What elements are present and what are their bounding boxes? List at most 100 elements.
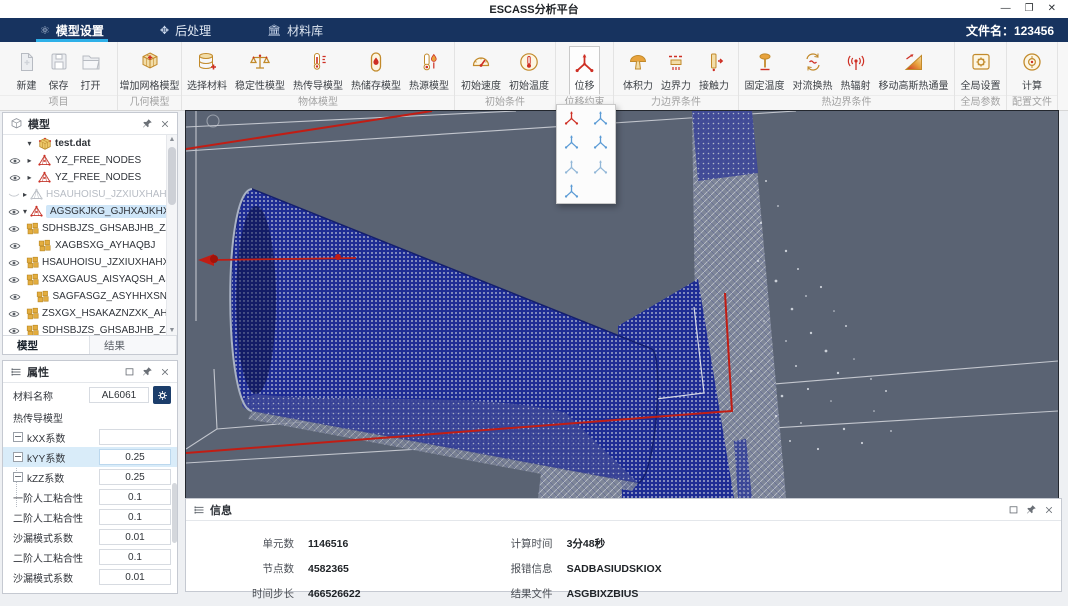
save-button[interactable]: 保存 [43,46,75,95]
heat-storage-model-button[interactable]: 热储存模型 [347,46,405,95]
visibility-eye-icon[interactable] [8,155,22,167]
expand-caret-icon[interactable]: ▸ [25,173,34,182]
pin-icon[interactable] [142,118,153,129]
heat-source-model-button[interactable]: 热源模型 [405,46,453,95]
pin-icon[interactable] [1026,504,1037,515]
second-order-viscosity-input-2[interactable] [99,549,171,565]
convection-button[interactable]: 对流换热 [789,46,837,95]
visibility-eye-icon[interactable] [8,308,20,320]
tab-model[interactable]: 模型 [3,336,90,354]
close-icon[interactable] [160,367,170,377]
visibility-eye-icon[interactable] [8,172,22,184]
tree-node-icon[interactable] [13,452,23,462]
kxx-input[interactable] [99,429,171,445]
tab-material-library[interactable]: 🏛 材料库 [251,18,339,42]
tree-item-disabled[interactable]: ▸ HSAUHOISU_JZXIUXHAHX [3,186,167,203]
constraint-option-3[interactable] [557,131,586,153]
initial-velocity-button[interactable]: 初始速度 [457,46,505,95]
boundary-force-button[interactable]: 边界力 [657,46,695,95]
property-row[interactable]: 一阶人工粘合性 [3,487,177,507]
close-button[interactable]: ✕ [1048,0,1056,18]
constraint-option-1[interactable] [557,106,586,128]
tree-item[interactable]: SAGFASGZ_ASYHHXSN [3,288,167,305]
first-order-viscosity-input[interactable] [99,489,171,505]
global-settings-button[interactable]: 全局设置 [957,46,1005,95]
visibility-eye-icon[interactable] [8,240,22,252]
fixed-temperature-button[interactable]: 固定温度 [741,46,789,95]
material-name-input[interactable] [89,387,149,403]
second-order-viscosity-input[interactable] [99,509,171,525]
initial-temperature-button[interactable]: 初始温度 [505,46,553,95]
constraint-option-4[interactable] [586,131,615,153]
tree-item[interactable]: SDHSBJZS_GHSABJHB_ZAHU [3,220,167,237]
body-force-button[interactable]: 体积力 [619,46,657,95]
new-button[interactable]: 新建 [11,46,43,95]
tree-scrollbar[interactable]: ▲ ▼ [166,135,177,335]
visibility-eye-icon[interactable] [8,274,20,286]
restore-icon[interactable] [124,366,135,377]
compute-button[interactable]: 计算 [1016,46,1048,95]
tree-item[interactable]: XAGBSXG_AYHAQBJ [3,237,167,254]
close-icon[interactable] [160,119,170,129]
stability-model-button[interactable]: 稳定性模型 [231,46,289,95]
constraint-option-2[interactable] [586,106,615,128]
tree-item-root[interactable]: ▾ test.dat [3,135,167,152]
property-row-kzz[interactable]: kZZ系数 [3,467,177,487]
property-row-kxx[interactable]: kXX系数 [3,427,177,447]
tree-item[interactable]: XSAXGAUS_AISYAQSH_ASHX [3,271,167,288]
tree-item[interactable]: SDHSBJZS_GHSABJHB_ZAHU [3,322,167,335]
open-button[interactable]: 打开 [75,46,107,95]
tab-results[interactable]: 结果 [90,336,177,354]
select-material-button[interactable]: 选择材料 [183,46,231,95]
property-row-kyy[interactable]: kYY系数 [3,447,177,467]
scroll-down-icon[interactable]: ▼ [167,327,177,334]
visibility-eye-icon[interactable] [8,223,20,235]
tab-model-setup[interactable]: ⚛ 模型设置 [24,18,120,42]
visibility-off-icon[interactable] [8,189,20,201]
contact-force-button[interactable]: 接触力 [695,46,733,95]
property-row[interactable]: 二阶人工粘合性 [3,507,177,527]
tree-node-icon[interactable] [13,472,23,482]
hourglass-coefficient-input[interactable] [99,529,171,545]
expand-caret-icon[interactable]: ▸ [25,156,34,165]
expand-caret-icon[interactable]: ▸ [23,190,27,199]
kzz-input[interactable] [99,469,171,485]
moving-gauss-flux-button[interactable]: 移动高斯热通量 [875,46,953,95]
visibility-eye-icon[interactable] [8,206,20,218]
tree-item[interactable]: HSAUHOISU_JZXIUXHAHX [3,254,167,271]
maximize-button[interactable]: ❐ [1025,0,1034,18]
radiation-button[interactable]: 热辐射 [837,46,875,95]
restore-icon[interactable] [1008,504,1019,515]
visibility-eye-icon[interactable] [8,325,20,336]
visibility-eye-icon[interactable] [8,257,20,269]
heat-conduction-model-button[interactable]: 热传导模型 [289,46,347,95]
tree-node-icon[interactable] [13,432,23,442]
tree-item-selected[interactable]: ▾ AGSGKJKG_GJHXAJKHXA [3,203,167,220]
kyy-input[interactable] [99,449,171,465]
hourglass-coefficient-input-2[interactable] [99,569,171,585]
material-name-label: 材料名称 [13,388,89,403]
displacement-button[interactable]: 位移 [569,46,600,95]
constraint-option-5[interactable] [557,155,586,177]
close-icon[interactable] [1044,505,1054,515]
property-row[interactable]: 沙漏模式系数 [3,567,177,587]
viewport-3d[interactable] [185,110,1059,499]
tree-item[interactable]: ▸ YZ_FREE_NODES [3,169,167,186]
constraint-option-7[interactable] [557,180,586,202]
add-mesh-model-button[interactable]: 增加网格模型 [116,46,184,95]
visibility-eye-icon[interactable] [8,291,21,303]
scrollbar-thumb[interactable] [168,147,176,205]
tree-item[interactable]: ZSXGX_HSAKAZNZXK_AHASX [3,305,167,322]
minimize-button[interactable]: — [1001,0,1011,18]
material-settings-button[interactable] [153,386,171,404]
property-row[interactable]: 二阶人工粘合性 [3,547,177,567]
scroll-up-icon[interactable]: ▲ [167,136,177,143]
tree-item[interactable]: ▸ YZ_FREE_NODES [3,152,167,169]
constraint-option-6[interactable] [586,155,615,177]
collapse-caret-icon[interactable]: ▾ [25,139,34,148]
properties-scrollbar[interactable] [172,483,177,543]
pin-icon[interactable] [142,366,153,377]
tab-post-processing[interactable]: ✥ 后处理 [144,18,227,42]
property-row[interactable]: 沙漏模式系数 [3,527,177,547]
collapse-caret-icon[interactable]: ▾ [23,207,27,216]
